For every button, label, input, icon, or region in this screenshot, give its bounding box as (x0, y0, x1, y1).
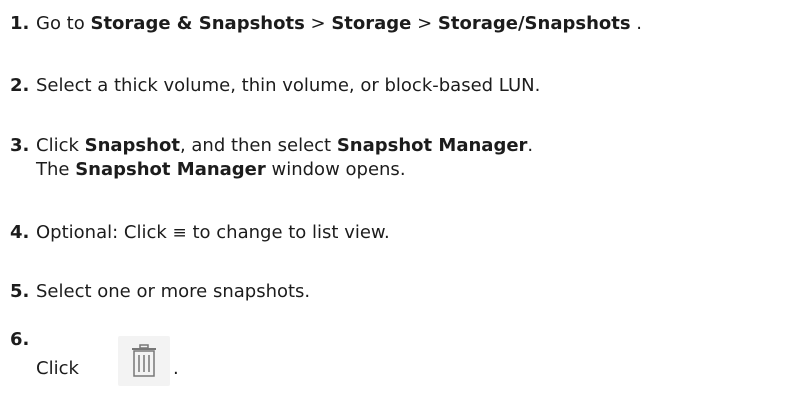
step-6: 6. (10, 328, 36, 352)
step-3: 3. Click Snapshot, and then select Snapsh… (10, 134, 533, 182)
step-number: 6. (10, 329, 30, 350)
step-text: Optional: Click ≡ to change to list view… (36, 222, 390, 243)
delete-button-image (118, 336, 170, 386)
step-4: 4. Optional: Click ≡ to change to list vi… (10, 221, 390, 245)
trash-icon (132, 344, 156, 377)
step-2: 2. Select a thick volume, thin volume, or… (10, 74, 540, 98)
step-text: Select a thick volume, thin volume, or b… (36, 75, 541, 96)
menu-storage-snapshots-page: Storage/Snapshots (437, 13, 631, 34)
step-number: 2. (10, 75, 30, 96)
step-number: 5. (10, 281, 30, 302)
step-number: 4. (10, 222, 30, 243)
step-text: Go to Storage & Snapshots > Storage > St… (36, 13, 643, 34)
menu-storage: Storage (331, 13, 412, 34)
step-1: 1. Go to Storage & Snapshots > Storage > … (10, 12, 642, 36)
snapshot-manager-ref: Snapshot Manager (336, 135, 528, 156)
step-number: 1. (10, 13, 30, 34)
step-6-period: . (173, 358, 179, 379)
step-6-text: Click (36, 358, 79, 379)
step-text: Select one or more snapshots. (36, 281, 311, 302)
step-number: 3. (10, 135, 30, 156)
list-view-icon: ≡ (172, 223, 187, 243)
step-result: The Snapshot Manager window opens. (36, 159, 406, 180)
snapshot-button-ref: Snapshot (84, 135, 180, 156)
step-5: 5. Select one or more snapshots. (10, 280, 310, 304)
step-text: Click Snapshot, and then select Snapshot… (36, 135, 534, 156)
menu-storage-snapshots: Storage & Snapshots (90, 13, 305, 34)
snapshot-manager-window-ref: Snapshot Manager (75, 159, 266, 180)
